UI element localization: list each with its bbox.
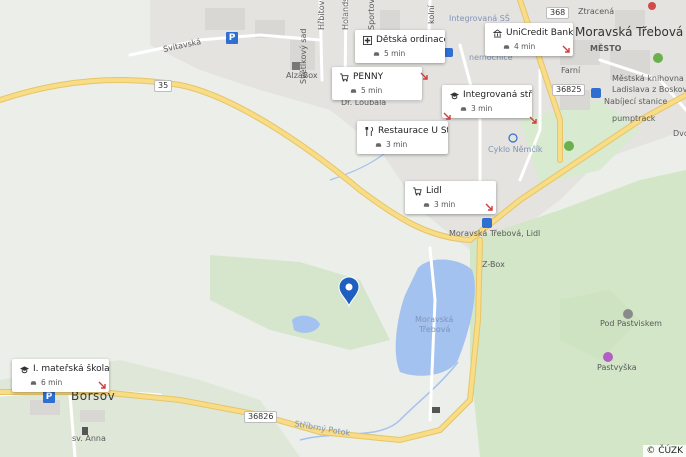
- info-icon: [623, 309, 633, 319]
- alert-icon: [648, 2, 656, 10]
- pin-icon: [564, 141, 574, 151]
- street-label: Dr. Loubala: [341, 98, 387, 107]
- directions-icon[interactable]: [562, 45, 570, 53]
- school-icon: [450, 92, 459, 100]
- poi-card-materska-skola[interactable]: I. mateřská škola ... 6 min: [12, 359, 109, 392]
- poi-label: Cyklo Němčík: [488, 145, 543, 154]
- bank-icon: [493, 29, 502, 38]
- car-icon: [30, 380, 37, 385]
- bus-stop-icon: [444, 48, 453, 57]
- poi-card-detska-ordinace[interactable]: Dětská ordinace ... 5 min: [355, 30, 445, 63]
- poi-travel-time: 4 min: [514, 42, 536, 51]
- poi-label: sv. Anna: [72, 434, 106, 443]
- poi-card-restaurace[interactable]: Restaurace U Štiky 3 min: [357, 121, 448, 154]
- route-shield: 36826: [244, 411, 278, 423]
- bus-stop-label: Moravská Třebová, Lidl: [449, 229, 541, 238]
- poi-travel-time: 3 min: [471, 104, 493, 113]
- poi-travel-time: 3 min: [434, 200, 456, 209]
- route-shield: 368: [546, 7, 570, 19]
- directions-icon[interactable]: [420, 72, 428, 80]
- cart-icon: [340, 73, 349, 82]
- bus-stop-icon: [482, 218, 492, 228]
- lake-label: Třebová: [419, 325, 451, 334]
- poi-name: Lidl: [426, 186, 442, 196]
- parking-icon: P: [43, 391, 55, 403]
- street-label: Světlkový sad: [299, 28, 308, 85]
- car-icon: [503, 44, 510, 49]
- directions-icon[interactable]: [485, 203, 493, 211]
- poi-card-penny[interactable]: PENNY 5 min: [332, 67, 422, 100]
- street-label: Sportovní: [367, 0, 376, 30]
- poi-travel-time: 5 min: [361, 86, 383, 95]
- street-label: Ztracená: [578, 7, 615, 16]
- poi-label: Farní: [561, 66, 581, 75]
- poi-travel-time: 3 min: [386, 140, 408, 149]
- poi-name: Integrovaná střed...: [463, 90, 532, 100]
- street-label: Hřbitov: [317, 0, 326, 30]
- directions-icon[interactable]: [529, 116, 537, 124]
- car-icon: [373, 51, 380, 56]
- car-icon: [350, 88, 357, 93]
- poi-travel-time: 5 min: [384, 49, 406, 58]
- school-icon: [20, 366, 29, 374]
- poi-name: Restaurace U Štiky: [378, 126, 448, 136]
- poi-label: Integrovaná SŠ: [449, 14, 510, 23]
- street-label: kolní: [427, 5, 436, 24]
- pin-icon: [653, 53, 663, 63]
- poi-label: Z-Box: [482, 260, 505, 269]
- street-label: Holandská: [341, 0, 350, 30]
- poi-label: Městská knihovna: [612, 74, 684, 83]
- car-icon: [460, 106, 467, 111]
- poi-card-lidl[interactable]: Lidl 3 min: [405, 181, 496, 214]
- poi-name: PENNY: [353, 72, 384, 82]
- restaurant-icon: [365, 127, 374, 136]
- directions-icon[interactable]: [443, 112, 451, 120]
- camera-icon: [603, 352, 613, 362]
- place-label: Pod Pastviskem: [600, 319, 662, 328]
- parking-icon: P: [226, 32, 238, 44]
- poi-label: Ladislava z Boskovic: [612, 85, 686, 94]
- charging-icon: [591, 88, 601, 98]
- route-shield: 35: [154, 80, 173, 92]
- street-label: Dvo: [673, 129, 686, 138]
- route-shield: 36825: [552, 84, 586, 96]
- hospital-icon: [363, 36, 372, 45]
- poi-card-unicredit[interactable]: UniCredit Bank 4 min: [485, 23, 573, 56]
- lake-label: Moravská: [415, 315, 454, 324]
- cart-icon: [413, 187, 422, 196]
- poi-travel-time: 6 min: [41, 378, 63, 387]
- poi-name: UniCredit Bank: [506, 28, 573, 38]
- town-label: Moravská Třebová: [575, 25, 684, 39]
- poi-card-integrovana[interactable]: Integrovaná střed... 3 min: [442, 85, 532, 118]
- place-label: Pastvyška: [597, 363, 637, 372]
- poi-label: Nabíjecí stanice: [604, 97, 668, 106]
- poi-name: I. mateřská škola ...: [33, 364, 109, 374]
- directions-icon[interactable]: [98, 381, 106, 389]
- mail-icon: [432, 407, 440, 413]
- car-icon: [423, 202, 430, 207]
- car-icon: [375, 142, 382, 147]
- map-copyright[interactable]: © ČÚZK: [643, 445, 686, 457]
- poi-name: Dětská ordinace ...: [376, 35, 445, 45]
- district-label: MĚSTO: [590, 44, 622, 53]
- poi-label: pumptrack: [612, 114, 656, 123]
